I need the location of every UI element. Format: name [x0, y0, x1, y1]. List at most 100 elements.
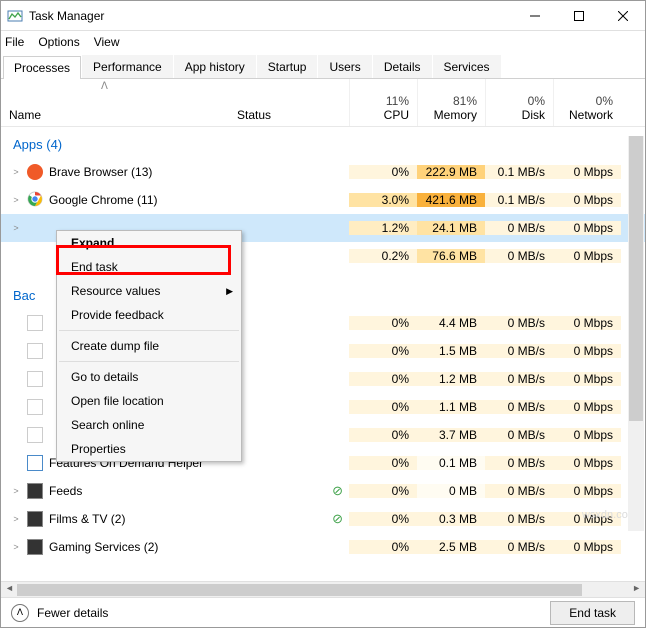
process-name: Brave Browser (13) — [49, 165, 152, 179]
ctx-open-file-location[interactable]: Open file location — [57, 389, 241, 413]
cell-cpu: 0% — [349, 512, 417, 526]
process-row[interactable]: >Brave Browser (13)0%222.9 MB0.1 MB/s0 M… — [1, 158, 645, 186]
ctx-resource-values[interactable]: Resource values▶ — [57, 279, 241, 303]
expand-chevron-icon[interactable]: > — [11, 542, 21, 552]
cell-cpu: 0% — [349, 428, 417, 442]
ctx-end-task[interactable]: End task — [57, 255, 241, 279]
cell-cpu: 0% — [349, 456, 417, 470]
cell-mem: 3.7 MB — [417, 428, 485, 442]
menu-file[interactable]: File — [5, 35, 24, 49]
helper-icon — [27, 455, 43, 471]
col-memory[interactable]: 81%Memory — [417, 79, 485, 126]
menu-view[interactable]: View — [94, 35, 120, 49]
horizontal-scrollbar[interactable]: ◄ ► — [1, 581, 645, 597]
expand-chevron-icon[interactable]: > — [11, 514, 21, 524]
cell-net: 0 Mbps — [553, 165, 621, 179]
cell-disk: 0.1 MB/s — [485, 165, 553, 179]
tab-users[interactable]: Users — [318, 55, 371, 78]
col-status[interactable]: Status — [229, 79, 349, 126]
app-icon — [27, 164, 43, 180]
generic-icon — [27, 371, 43, 387]
menu-options[interactable]: Options — [38, 35, 79, 49]
cell-net: 0 Mbps — [553, 316, 621, 330]
cell-cpu: 0% — [349, 372, 417, 386]
cell-net: 0 Mbps — [553, 400, 621, 414]
process-row[interactable]: >Gaming Services (2)0%2.5 MB0 MB/s0 Mbps — [1, 533, 645, 561]
minimize-button[interactable] — [513, 1, 557, 31]
cell-mem: 222.9 MB — [417, 165, 485, 179]
cell-disk: 0 MB/s — [485, 221, 553, 235]
expand-chevron-icon[interactable]: > — [11, 195, 21, 205]
col-cpu[interactable]: 11%CPU — [349, 79, 417, 126]
cell-cpu: 0.2% — [349, 249, 417, 263]
expand-chevron-icon[interactable]: > — [11, 167, 21, 177]
col-disk[interactable]: 0%Disk — [485, 79, 553, 126]
process-name: Gaming Services (2) — [49, 540, 158, 554]
tab-details[interactable]: Details — [373, 55, 432, 78]
cell-disk: 0 MB/s — [485, 316, 553, 330]
app-icon — [27, 511, 43, 527]
cell-mem: 2.5 MB — [417, 540, 485, 554]
eco-leaf-icon: ⊘ — [332, 511, 343, 527]
cell-net: 0 Mbps — [553, 540, 621, 554]
footer: ᐱ Fewer details End task — [1, 597, 645, 627]
fewer-details-link[interactable]: Fewer details — [37, 606, 108, 620]
end-task-button[interactable]: End task — [550, 601, 635, 625]
cell-mem: 1.2 MB — [417, 372, 485, 386]
col-name[interactable]: ᐱ Name — [1, 79, 229, 126]
ctx-provide-feedback[interactable]: Provide feedback — [57, 303, 241, 327]
ctx-separator — [59, 361, 239, 362]
process-row[interactable]: >Feeds⊘0%0 MB0 MB/s0 Mbps — [1, 477, 645, 505]
cell-cpu: 0% — [349, 540, 417, 554]
eco-leaf-icon: ⊘ — [332, 483, 343, 499]
cell-disk: 0.1 MB/s — [485, 193, 553, 207]
cell-cpu: 1.2% — [349, 221, 417, 235]
app-icon — [27, 539, 43, 555]
tab-performance[interactable]: Performance — [82, 55, 173, 78]
sort-indicator-icon: ᐱ — [101, 81, 108, 92]
process-row[interactable]: >Google Chrome (11)3.0%421.6 MB0.1 MB/s0… — [1, 186, 645, 214]
cell-cpu: 0% — [349, 344, 417, 358]
cell-net: 0 Mbps — [553, 344, 621, 358]
generic-icon — [27, 427, 43, 443]
column-headers: ᐱ Name Status 11%CPU 81%Memory 0%Disk 0%… — [1, 79, 645, 127]
cell-disk: 0 MB/s — [485, 249, 553, 263]
cell-disk: 0 MB/s — [485, 400, 553, 414]
vertical-scrollbar[interactable] — [628, 136, 644, 531]
process-row[interactable]: >Films & TV (2)⊘0%0.3 MB0 MB/s0 Mbps — [1, 505, 645, 533]
tabs: Processes Performance App history Startu… — [1, 53, 645, 79]
generic-icon — [27, 315, 43, 331]
collapse-icon[interactable]: ᐱ — [11, 604, 29, 622]
cell-mem: 0.1 MB — [417, 456, 485, 470]
cell-disk: 0 MB/s — [485, 484, 553, 498]
ctx-expand[interactable]: Expand — [57, 231, 241, 255]
ctx-search-online[interactable]: Search online — [57, 413, 241, 437]
tab-processes[interactable]: Processes — [3, 56, 81, 79]
ctx-create-dump[interactable]: Create dump file — [57, 334, 241, 358]
expand-chevron-icon[interactable]: > — [11, 223, 21, 233]
menubar: File Options View — [1, 31, 645, 53]
ctx-properties[interactable]: Properties — [57, 437, 241, 461]
ctx-separator — [59, 330, 239, 331]
cell-net: 0 Mbps — [553, 221, 621, 235]
cell-net: 0 Mbps — [553, 484, 621, 498]
cell-disk: 0 MB/s — [485, 456, 553, 470]
ctx-go-to-details[interactable]: Go to details — [57, 365, 241, 389]
cell-disk: 0 MB/s — [485, 512, 553, 526]
cell-net: 0 Mbps — [553, 456, 621, 470]
tab-startup[interactable]: Startup — [257, 55, 318, 78]
tab-app-history[interactable]: App history — [174, 55, 256, 78]
cell-mem: 0 MB — [417, 484, 485, 498]
app-icon — [7, 8, 23, 24]
tab-services[interactable]: Services — [433, 55, 501, 78]
expand-chevron-icon[interactable]: > — [11, 486, 21, 496]
titlebar: Task Manager — [1, 1, 645, 31]
col-network[interactable]: 0%Network — [553, 79, 621, 126]
cell-disk: 0 MB/s — [485, 344, 553, 358]
chrome-icon — [27, 191, 43, 210]
cell-net: 0 Mbps — [553, 249, 621, 263]
cell-mem: 4.4 MB — [417, 316, 485, 330]
maximize-button[interactable] — [557, 1, 601, 31]
close-button[interactable] — [601, 1, 645, 31]
context-menu: Expand End task Resource values▶ Provide… — [56, 230, 242, 462]
